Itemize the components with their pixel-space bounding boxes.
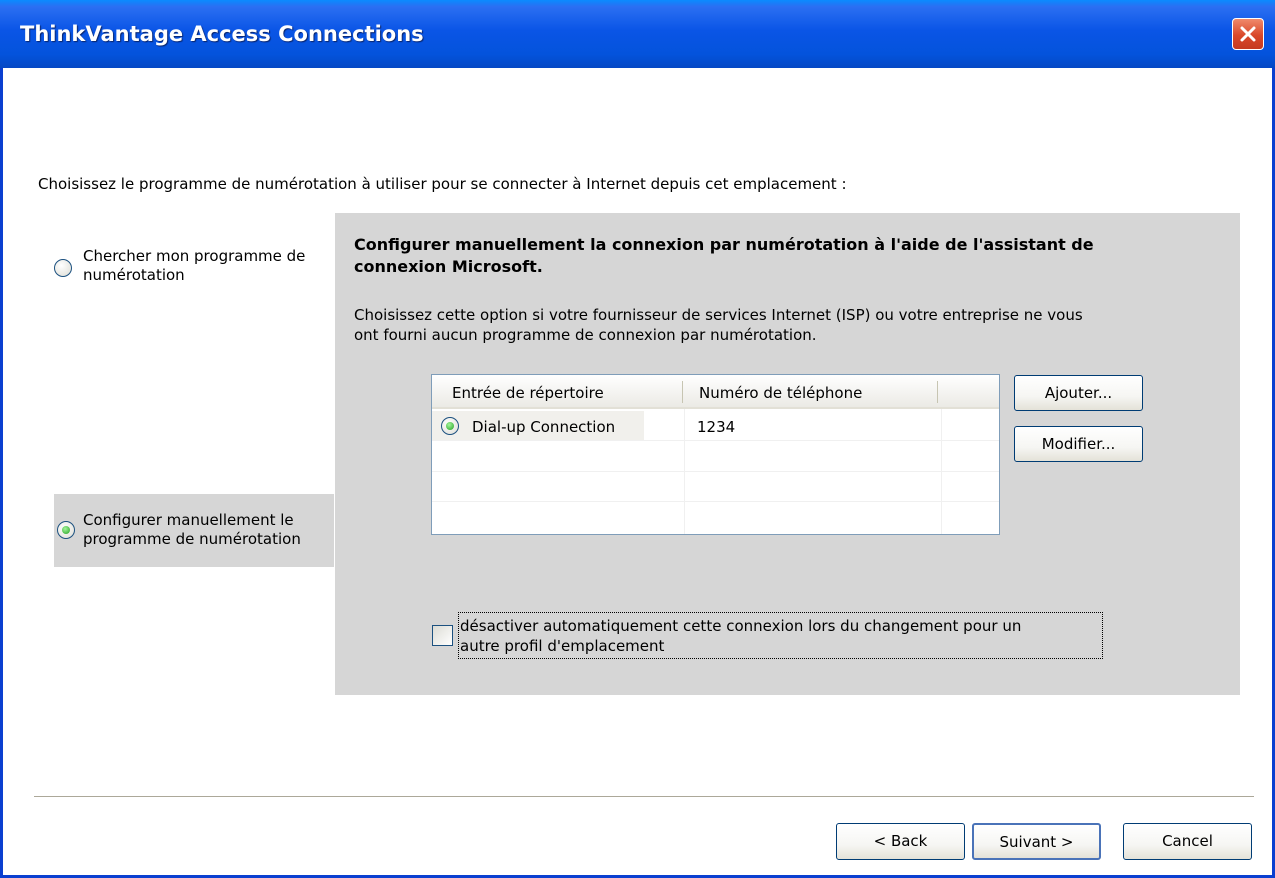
- cancel-button[interactable]: Cancel: [1123, 823, 1252, 860]
- grid-line: [941, 409, 942, 534]
- next-button-label: Suivant >: [999, 833, 1074, 851]
- close-button[interactable]: [1232, 18, 1264, 50]
- panel-desc-l2: ont fourni aucun programme de connexion …: [354, 326, 817, 344]
- prompt-text: Choisissez le programme de numérotation …: [38, 175, 847, 193]
- grid-line: [432, 501, 999, 502]
- radio-selected-dot: [446, 422, 454, 430]
- modify-button-label: Modifier...: [1041, 435, 1116, 453]
- row-entry-cell: Dial-up Connection: [472, 418, 616, 436]
- panel-desc-l1: Choisissez cette option si votre fournis…: [354, 306, 1083, 324]
- auto-disable-label-l2: autre profil d'emplacement: [460, 637, 665, 655]
- add-button-label: Ajouter...: [1044, 384, 1113, 402]
- grid-line: [432, 440, 999, 441]
- panel-heading-l2: connexion Microsoft.: [354, 257, 543, 276]
- next-button[interactable]: Suivant >: [972, 823, 1101, 860]
- footer-separator: [34, 796, 1254, 797]
- panel-heading-l1: Configurer manuellement la connexion par…: [354, 235, 1094, 254]
- close-icon: [1240, 26, 1256, 42]
- panel-heading: Configurer manuellement la connexion par…: [354, 234, 1214, 278]
- manual-config-label-l2: programme de numérotation: [83, 530, 301, 548]
- column-separator[interactable]: [682, 381, 683, 403]
- find-program-label-l2: numérotation: [83, 266, 185, 284]
- find-program-radio[interactable]: [54, 259, 72, 277]
- auto-disable-checkbox[interactable]: [432, 625, 453, 646]
- column-header-entry[interactable]: Entrée de répertoire: [452, 384, 604, 402]
- title-bar[interactable]: ThinkVantage Access Connections: [0, 0, 1275, 68]
- row-select-radio[interactable]: [441, 417, 459, 435]
- window-title: ThinkVantage Access Connections: [20, 22, 424, 46]
- manual-config-label-l1: Configurer manuellement le: [83, 511, 294, 529]
- manual-config-label[interactable]: Configurer manuellement le programme de …: [83, 511, 301, 549]
- modify-button[interactable]: Modifier...: [1014, 426, 1143, 462]
- column-separator[interactable]: [937, 381, 938, 403]
- manual-config-radio[interactable]: [57, 521, 75, 539]
- find-program-label-l1: Chercher mon programme de: [83, 247, 306, 265]
- panel-description: Choisissez cette option si votre fournis…: [354, 305, 1214, 345]
- back-button[interactable]: < Back: [836, 823, 965, 860]
- find-program-label[interactable]: Chercher mon programme de numérotation: [83, 247, 305, 285]
- row-phone-cell: 1234: [697, 418, 736, 436]
- cancel-button-label: Cancel: [1162, 832, 1213, 850]
- grid-line: [432, 471, 999, 472]
- back-button-label: < Back: [873, 832, 928, 850]
- auto-disable-label[interactable]: désactiver automatiquement cette connexi…: [460, 616, 1100, 656]
- table-header: Entrée de répertoire Numéro de téléphone: [432, 375, 999, 409]
- phonebook-table[interactable]: Entrée de répertoire Numéro de téléphone…: [431, 374, 1000, 535]
- radio-selected-dot: [62, 526, 70, 534]
- grid-line: [684, 409, 685, 534]
- auto-disable-label-l1: désactiver automatiquement cette connexi…: [460, 617, 1022, 635]
- column-header-phone[interactable]: Numéro de téléphone: [699, 384, 862, 402]
- add-button[interactable]: Ajouter...: [1014, 375, 1143, 411]
